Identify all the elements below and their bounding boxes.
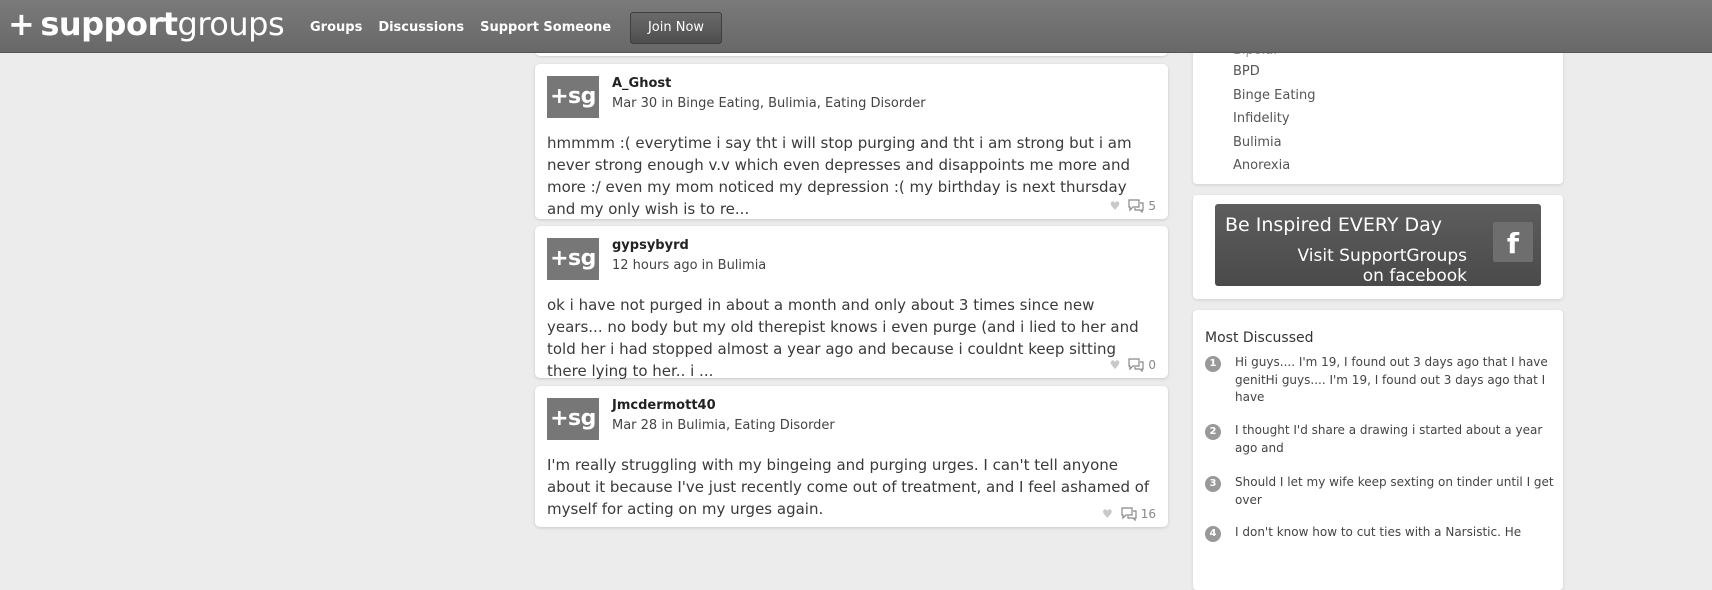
main-nav: Groups Discussions Support Someone [310, 18, 611, 38]
post-card[interactable]: +sg gypsybyrd 12 hours ago in Bulimia ok… [535, 226, 1168, 380]
comment-bubble-icon[interactable] [1121, 507, 1137, 521]
post-body[interactable]: ok i have not purged in about a month an… [547, 294, 1152, 382]
site-logo[interactable]: + supportgroups [8, 4, 285, 44]
discussion-link[interactable]: Should I let my wife keep sexting on tin… [1235, 474, 1555, 509]
banner-subline: Visit SupportGroups [1297, 246, 1467, 266]
user-avatar[interactable]: +sg [547, 398, 599, 440]
post-meta: Mar 28 in Bulimia, Eating Disorder [612, 418, 835, 433]
post-username[interactable]: gypsybyrd [612, 238, 689, 253]
comment-bubble-icon[interactable] [1128, 358, 1144, 372]
groups-list: Bipolar BPD Binge Eating Infidelity Buli… [1233, 48, 1316, 178]
rank-badge: 2 [1205, 424, 1221, 440]
post-footer: ♥ 5 [1110, 199, 1156, 213]
discussion-link[interactable]: I thought I'd share a drawing i started … [1235, 422, 1555, 457]
comment-count: 5 [1148, 199, 1156, 213]
post-body[interactable]: I'm really struggling with my bingeing a… [547, 454, 1152, 520]
rank-badge: 3 [1205, 476, 1221, 492]
nav-discussions-link[interactable]: Discussions [378, 18, 464, 38]
banner-subline-2: on facebook [1362, 266, 1467, 286]
post-card[interactable]: +sg A_Ghost Mar 30 in Binge Eating, Buli… [535, 64, 1168, 219]
user-avatar[interactable]: +sg [547, 76, 599, 118]
comment-count: 0 [1148, 358, 1156, 372]
comment-count: 16 [1140, 507, 1156, 521]
post-username[interactable]: A_Ghost [612, 76, 671, 91]
post-footer: ♥ 16 [1102, 507, 1156, 521]
group-link[interactable]: Binge Eating [1233, 84, 1316, 108]
rank-badge: 1 [1205, 356, 1221, 372]
join-now-button[interactable]: Join Now [630, 12, 722, 44]
discussion-link[interactable]: Hi guys.... I'm 19, I found out 3 days a… [1235, 354, 1555, 407]
heart-icon[interactable]: ♥ [1110, 199, 1121, 213]
group-link[interactable]: Bulimia [1233, 131, 1316, 155]
facebook-banner[interactable]: Be Inspired EVERY Day Visit SupportGroup… [1215, 204, 1541, 286]
logo-text-light: groups [177, 5, 285, 43]
group-link[interactable]: BPD [1233, 60, 1316, 84]
nav-support-someone-link[interactable]: Support Someone [480, 18, 611, 38]
post-username[interactable]: Jmcdermott40 [612, 398, 716, 413]
user-avatar[interactable]: +sg [547, 238, 599, 280]
facebook-promo-panel: Be Inspired EVERY Day Visit SupportGroup… [1193, 195, 1563, 299]
rank-badge: 4 [1205, 526, 1221, 542]
post-footer: ♥ 0 [1110, 358, 1156, 372]
group-link[interactable]: Anorexia [1233, 154, 1316, 178]
banner-headline: Be Inspired EVERY Day [1225, 214, 1442, 236]
group-link[interactable]: Infidelity [1233, 107, 1316, 131]
post-meta: 12 hours ago in Bulimia [612, 258, 767, 273]
post-meta: Mar 30 in Binge Eating, Bulimia, Eating … [612, 96, 926, 111]
discussion-link[interactable]: I don't know how to cut ties with a Nars… [1235, 524, 1555, 542]
facebook-icon: f [1493, 222, 1533, 262]
most-discussed-panel: Most Discussed 1 Hi guys.... I'm 19, I f… [1193, 310, 1563, 590]
most-discussed-title: Most Discussed [1205, 330, 1314, 346]
top-navigation-bar: + supportgroups Groups Discussions Suppor… [0, 0, 1712, 53]
nav-groups-link[interactable]: Groups [310, 18, 362, 38]
groups-list-panel: Bipolar BPD Binge Eating Infidelity Buli… [1193, 42, 1563, 184]
logo-plus: + [8, 5, 35, 43]
post-body[interactable]: hmmmm :( everytime i say tht i will stop… [547, 132, 1152, 220]
logo-text-bold: support [40, 5, 178, 43]
post-card[interactable]: +sg Jmcdermott40 Mar 28 in Bulimia, Eati… [535, 386, 1168, 527]
heart-icon[interactable]: ♥ [1102, 507, 1113, 521]
heart-icon[interactable]: ♥ [1110, 358, 1121, 372]
comment-bubble-icon[interactable] [1128, 199, 1144, 213]
